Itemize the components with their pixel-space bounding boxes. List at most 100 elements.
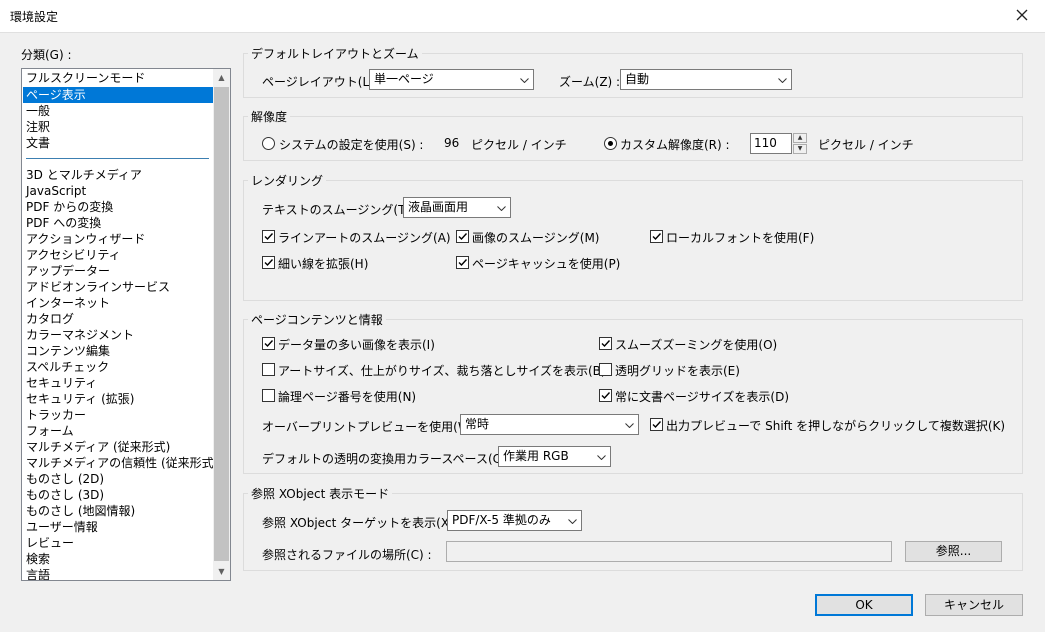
category-item[interactable]: JavaScript	[26, 183, 86, 199]
ok-button[interactable]: OK	[815, 594, 913, 616]
custom-resolution-label: カスタム解像度(R) :	[620, 138, 730, 152]
category-item[interactable]: 注釈	[26, 119, 50, 135]
category-item[interactable]: 言語	[26, 567, 50, 580]
category-item[interactable]: カタログ	[26, 311, 74, 327]
category-item[interactable]: フォーム	[26, 423, 74, 439]
local-fonts-checkbox[interactable]	[650, 230, 663, 243]
chevron-down-icon	[593, 447, 610, 466]
category-item[interactable]: レビュー	[26, 535, 74, 551]
xobject-target-select[interactable]: PDF/X-5 準拠のみ	[447, 510, 582, 531]
category-item-selected[interactable]: ページ表示	[23, 87, 214, 103]
check-icon	[652, 233, 662, 241]
category-list[interactable]: フルスクリーンモード ページ表示 一般 注釈 文書 3D とマルチメディア Jav…	[21, 68, 231, 581]
page-cache-checkbox[interactable]	[456, 256, 469, 269]
logical-page-numbers-checkbox[interactable]	[262, 389, 275, 402]
title-bar: 環境設定	[0, 0, 1045, 33]
category-item[interactable]: 3D とマルチメディア	[26, 167, 142, 183]
scroll-down-icon[interactable]: ▼	[213, 563, 230, 580]
category-item[interactable]: コンテンツ編集	[26, 343, 110, 359]
transparency-grid-checkbox[interactable]	[599, 363, 612, 376]
system-resolution-label: システムの設定を使用(S) :	[279, 138, 424, 152]
overprint-select[interactable]: 常時	[460, 414, 639, 435]
custom-resolution-input[interactable]: 110	[750, 133, 792, 154]
custom-resolution-radio[interactable]	[604, 137, 617, 150]
resolution-title: 解像度	[248, 108, 291, 125]
stepper-up-icon[interactable]: ▲	[793, 133, 807, 143]
smooth-zoom-checkbox[interactable]	[599, 337, 612, 350]
check-icon	[264, 259, 274, 267]
category-item[interactable]: PDF への変換	[26, 215, 101, 231]
category-item[interactable]: インターネット	[26, 295, 110, 311]
text-smoothing-select[interactable]: 液晶画面用	[403, 197, 511, 218]
large-images-checkbox[interactable]	[262, 337, 275, 350]
layout-zoom-title: デフォルトレイアウトとズーム	[248, 45, 422, 62]
colorspace-select[interactable]: 作業用 RGB	[498, 446, 611, 467]
category-item[interactable]: PDF からの変換	[26, 199, 113, 215]
category-item[interactable]: 検索	[26, 551, 50, 567]
image-smoothing-checkbox[interactable]	[456, 230, 469, 243]
zoom-value: 自動	[625, 72, 650, 86]
text-smoothing-value: 液晶画面用	[408, 200, 469, 214]
window-title: 環境設定	[10, 10, 59, 24]
xobject-title: 参照 XObject 表示モード	[248, 485, 393, 502]
check-icon	[601, 340, 611, 348]
text-smoothing-label: テキストのスムージング(T) :	[262, 203, 418, 217]
xobject-target-label: 参照 XObject ターゲットを表示(X) :	[262, 516, 462, 530]
zoom-select[interactable]: 自動	[620, 69, 792, 90]
category-item[interactable]: フルスクリーンモード	[26, 70, 145, 86]
page-size-checkbox[interactable]	[599, 389, 612, 402]
lineart-smoothing-label: ラインアートのスムージング(A)	[278, 231, 451, 245]
category-item[interactable]: アドビオンラインサービス	[26, 279, 170, 295]
shift-multiselect-checkbox[interactable]	[650, 418, 663, 431]
file-location-label: 参照されるファイルの場所(C) :	[262, 548, 432, 562]
category-item[interactable]: ユーザー情報	[26, 519, 98, 535]
enhance-thin-lines-checkbox[interactable]	[262, 256, 275, 269]
cancel-button[interactable]: キャンセル	[925, 594, 1023, 616]
browse-button[interactable]: 参照...	[905, 541, 1002, 562]
page-layout-value: 単一ページ	[374, 72, 434, 86]
list-separator	[26, 158, 209, 159]
xobject-target-value: PDF/X-5 準拠のみ	[452, 513, 551, 527]
check-icon	[601, 392, 611, 400]
art-trim-bleed-label: アートサイズ、仕上がりサイズ、裁ち落としサイズを表示(B)	[278, 364, 606, 378]
page-layout-select[interactable]: 単一ページ	[369, 69, 534, 90]
category-item[interactable]: セキュリティ	[26, 375, 97, 391]
category-item[interactable]: 一般	[26, 103, 50, 119]
art-trim-bleed-checkbox[interactable]	[262, 363, 275, 376]
chevron-down-icon	[774, 70, 791, 89]
close-icon[interactable]	[1011, 4, 1033, 26]
system-resolution-radio[interactable]	[262, 137, 275, 150]
file-location-field[interactable]	[446, 541, 892, 562]
scroll-up-icon[interactable]: ▲	[213, 69, 230, 86]
category-item[interactable]: カラーマネジメント	[26, 327, 134, 343]
category-item[interactable]: アクセシビリティ	[26, 247, 121, 263]
category-item[interactable]: マルチメディアの信頼性 (従来形式)	[26, 455, 218, 471]
category-item[interactable]: アップデーター	[26, 263, 110, 279]
category-item[interactable]: マルチメディア (従来形式)	[26, 439, 170, 455]
resolution-stepper[interactable]: ▲ ▼	[793, 133, 807, 154]
chevron-down-icon	[493, 198, 510, 217]
rendering-title: レンダリング	[248, 172, 327, 189]
check-icon	[458, 233, 468, 241]
category-item[interactable]: セキュリティ (拡張)	[26, 391, 134, 407]
lineart-smoothing-checkbox[interactable]	[262, 230, 275, 243]
transparency-grid-label: 透明グリッドを表示(E)	[615, 364, 740, 378]
category-item[interactable]: 文書	[26, 135, 50, 151]
image-smoothing-label: 画像のスムージング(M)	[472, 231, 600, 245]
category-item[interactable]: ものさし (3D)	[26, 487, 104, 503]
category-item[interactable]: スペルチェック	[26, 359, 109, 375]
category-item[interactable]: ものさし (地図情報)	[26, 503, 135, 519]
category-item[interactable]: トラッカー	[26, 407, 86, 423]
category-item[interactable]: アクションウィザード	[26, 231, 145, 247]
chevron-down-icon	[621, 415, 638, 434]
smooth-zoom-label: スムーズズーミングを使用(O)	[615, 338, 778, 352]
overprint-value: 常時	[465, 417, 490, 431]
category-item[interactable]: ものさし (2D)	[26, 471, 104, 487]
large-images-label: データ量の多い画像を表示(I)	[278, 338, 435, 352]
shift-multiselect-label: 出力プレビューで Shift を押しながらクリックして複数選択(K)	[666, 419, 1006, 433]
page-layout-label: ページレイアウト(L) :	[262, 75, 382, 89]
list-scrollbar[interactable]: ▲ ▼	[213, 69, 230, 580]
chevron-down-icon	[516, 70, 533, 89]
scroll-thumb[interactable]	[214, 87, 229, 561]
stepper-down-icon[interactable]: ▼	[793, 144, 807, 154]
